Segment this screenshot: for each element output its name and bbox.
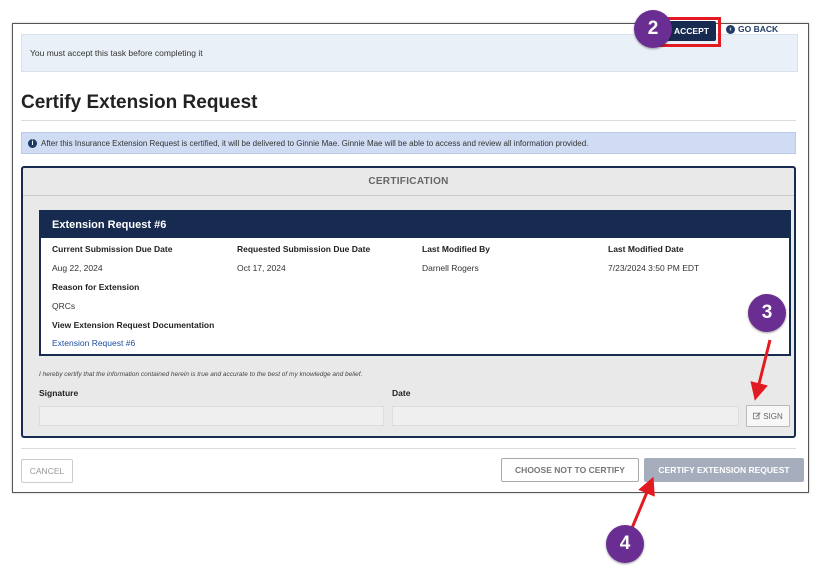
callout-arrows (630, 339, 772, 529)
step-2-badge: 2 (634, 10, 672, 48)
arrow-to-certify (630, 476, 655, 529)
arrow-to-sign (750, 339, 772, 401)
step-3-badge: 3 (748, 294, 786, 332)
step-4-badge: 4 (606, 525, 644, 563)
